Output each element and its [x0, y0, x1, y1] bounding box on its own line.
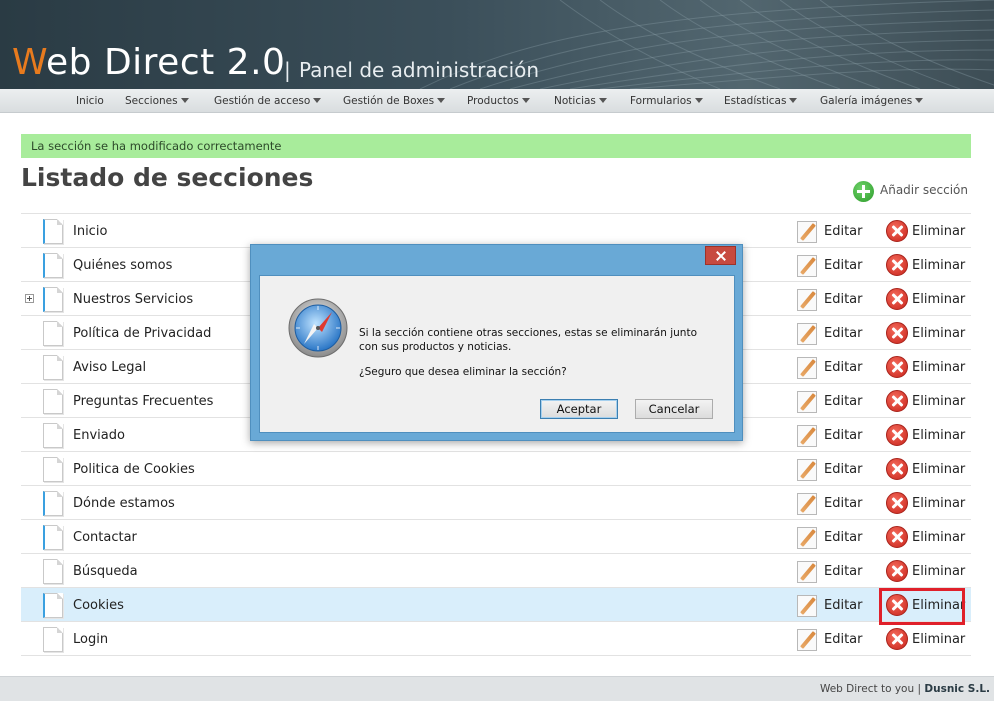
safari-compass-icon	[288, 298, 348, 358]
chevron-down-icon	[437, 98, 446, 103]
section-name[interactable]: Política de Privacidad	[73, 326, 211, 341]
dialog-close-button[interactable]	[705, 246, 736, 265]
section-name[interactable]: Cookies	[73, 598, 124, 613]
table-row: Contactar Editar Eliminar	[21, 520, 971, 554]
edit-icon	[797, 425, 817, 447]
nav-item-inicio[interactable]: Inicio	[76, 95, 104, 107]
dialog-body: Si la sección contiene otras secciones, …	[259, 275, 735, 433]
page-icon	[43, 321, 63, 346]
accept-button[interactable]: Aceptar	[540, 399, 618, 419]
page-icon	[43, 491, 63, 516]
expand-icon[interactable]	[25, 294, 34, 303]
nav-item-gestion-acceso[interactable]: Gestión de acceso	[214, 95, 322, 107]
section-name[interactable]: Dónde estamos	[73, 496, 175, 511]
main-nav: Inicio Secciones Gestión de acceso Gesti…	[0, 89, 994, 113]
edit-icon	[797, 459, 817, 481]
confirm-dialog: Si la sección contiene otras secciones, …	[250, 244, 743, 441]
header-subtitle: Panel de administración	[299, 58, 540, 82]
page-icon	[43, 389, 63, 414]
section-name[interactable]: Preguntas Frecuentes	[73, 394, 213, 409]
section-name[interactable]: Politica de Cookies	[73, 462, 195, 477]
page-icon	[43, 287, 63, 312]
delete-icon	[886, 288, 908, 310]
chevron-down-icon	[789, 98, 798, 103]
section-name[interactable]: Aviso Legal	[73, 360, 146, 375]
nav-item-galeria[interactable]: Galería imágenes	[820, 95, 924, 107]
section-name[interactable]: Login	[73, 632, 108, 647]
chevron-down-icon	[598, 98, 607, 103]
edit-icon	[797, 493, 817, 515]
nav-item-noticias[interactable]: Noticias	[554, 95, 607, 107]
dialog-message: Si la sección contiene otras secciones, …	[359, 327, 697, 353]
footer: Web Direct to you | Dusnic S.L.	[0, 676, 994, 701]
section-name[interactable]: Búsqueda	[73, 564, 138, 579]
table-row: Politica de Cookies Editar Eliminar	[21, 452, 971, 486]
nav-item-secciones[interactable]: Secciones	[125, 95, 189, 107]
edit-icon	[797, 289, 817, 311]
page-icon	[43, 423, 63, 448]
table-row: Dónde estamos Editar Eliminar	[21, 486, 971, 520]
page-icon	[43, 253, 63, 278]
chevron-down-icon	[313, 98, 322, 103]
delete-icon	[886, 628, 908, 650]
delete-icon	[886, 254, 908, 276]
nav-item-productos[interactable]: Productos	[467, 95, 530, 107]
dialog-question: ¿Seguro que desea eliminar la sección?	[359, 366, 567, 378]
table-row-selected: Cookies Editar Eliminar	[21, 588, 971, 622]
page-icon	[43, 355, 63, 380]
add-icon	[853, 181, 874, 202]
chevron-down-icon	[694, 98, 703, 103]
table-row: Login Editar Eliminar	[21, 622, 971, 656]
section-name[interactable]: Enviado	[73, 428, 125, 443]
edit-icon	[797, 527, 817, 549]
success-message: La sección se ha modificado correctament…	[21, 134, 971, 158]
page-icon	[43, 457, 63, 482]
footer-separator: |	[917, 683, 922, 695]
delete-icon	[886, 356, 908, 378]
delete-icon	[886, 424, 908, 446]
edit-icon	[797, 221, 817, 243]
delete-icon	[886, 492, 908, 514]
nav-item-estadisticas[interactable]: Estadísticas	[724, 95, 798, 107]
footer-text: Web Direct to you	[819, 683, 915, 695]
edit-icon	[797, 629, 817, 651]
delete-icon	[886, 458, 908, 480]
header-banner: Web Direct 2.0 | Panel de administración	[0, 0, 994, 89]
delete-icon	[886, 560, 908, 582]
page-icon	[43, 559, 63, 584]
section-name[interactable]: Quiénes somos	[73, 258, 172, 273]
page-title: Listado de secciones	[21, 163, 314, 192]
chevron-down-icon	[180, 98, 189, 103]
chevron-down-icon	[521, 98, 530, 103]
edit-icon	[797, 391, 817, 413]
page-icon	[43, 525, 63, 550]
delete-icon	[886, 322, 908, 344]
cancel-button[interactable]: Cancelar	[635, 399, 713, 419]
footer-brand[interactable]: Dusnic S.L.	[924, 683, 990, 695]
delete-icon	[886, 526, 908, 548]
logo[interactable]: Web Direct 2.0	[12, 42, 285, 83]
page-icon	[43, 219, 63, 244]
edit-icon	[797, 595, 817, 617]
chevron-down-icon	[915, 98, 924, 103]
edit-icon	[797, 255, 817, 277]
section-name[interactable]: Nuestros Servicios	[73, 292, 193, 307]
delete-icon	[886, 390, 908, 412]
edit-icon	[797, 357, 817, 379]
page-icon	[43, 627, 63, 652]
section-name[interactable]: Inicio	[73, 224, 107, 239]
table-row: Búsqueda Editar Eliminar	[21, 554, 971, 588]
nav-item-gestion-boxes[interactable]: Gestión de Boxes	[343, 95, 446, 107]
section-name[interactable]: Contactar	[73, 530, 137, 545]
delete-icon	[886, 594, 908, 616]
logo-separator: |	[284, 58, 291, 82]
table-row: Inicio Editar Eliminar	[21, 214, 971, 248]
nav-item-formularios[interactable]: Formularios	[630, 95, 703, 107]
delete-icon	[886, 220, 908, 242]
edit-icon	[797, 323, 817, 345]
page-icon	[43, 593, 63, 618]
edit-icon	[797, 561, 817, 583]
